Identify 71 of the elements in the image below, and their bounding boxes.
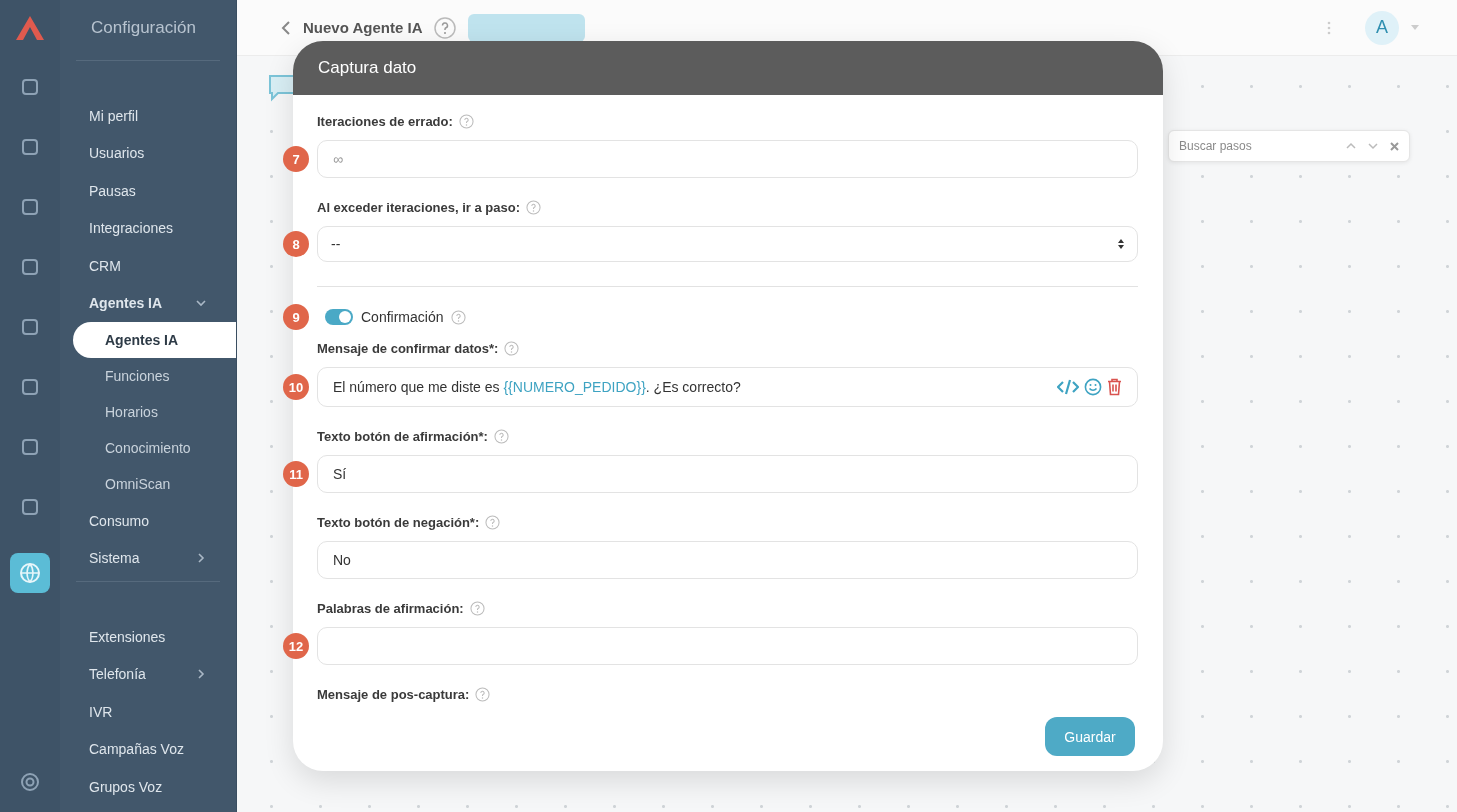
field-label: Texto botón de afirmación*: [317, 428, 488, 444]
submenu-item[interactable]: Funciones [60, 358, 236, 394]
submenu-item[interactable]: Conocimiento [60, 430, 236, 466]
input-field[interactable] [317, 627, 1138, 665]
caret-icon[interactable] [1411, 24, 1419, 31]
submenu-item[interactable]: OmniScan [60, 466, 236, 502]
help-icon[interactable] [485, 514, 501, 530]
menu-item[interactable]: IVR [60, 693, 236, 731]
help-icon[interactable] [493, 428, 509, 444]
menu-item[interactable]: Usuarios [60, 134, 236, 172]
field-label: Texto botón de negación*: [317, 514, 480, 530]
up-icon[interactable] [1346, 142, 1356, 150]
help-icon[interactable] [434, 16, 457, 39]
input-field[interactable]: No [317, 541, 1138, 579]
close-icon[interactable] [1390, 141, 1399, 151]
field-label: Mensaje de pos-captura: [317, 686, 470, 702]
help-icon[interactable] [458, 113, 474, 129]
code-icon[interactable] [1057, 379, 1079, 395]
step-badge: 11 [283, 461, 309, 487]
more-icon[interactable] [1327, 20, 1331, 35]
menu-item[interactable]: Agentes IA [60, 284, 236, 322]
modal-title: Captura dato [318, 58, 417, 78]
step-badge: 8 [283, 231, 309, 257]
help-icon[interactable] [526, 199, 542, 215]
smiley-icon[interactable] [1084, 378, 1102, 396]
step-badge: 10 [283, 374, 309, 400]
toggle-label: Confirmación [361, 309, 444, 325]
menu-item[interactable]: Campañas Voz [60, 730, 236, 768]
submenu-item[interactable]: Horarios [60, 394, 236, 430]
chevron-icon [196, 669, 206, 680]
toggle-switch[interactable] [325, 309, 353, 325]
draft-button[interactable] [468, 13, 586, 42]
input-field[interactable]: Sí [317, 455, 1138, 493]
menu-item[interactable]: CRM [60, 247, 236, 285]
field-label: Al exceder iteraciones, ir a paso: [317, 199, 521, 215]
submenu-item[interactable]: Agentes IA [73, 322, 236, 358]
step-badge: 12 [283, 633, 309, 659]
sort-arrows-icon [1117, 238, 1125, 250]
trash-icon[interactable] [1107, 378, 1122, 396]
search-field[interactable]: Buscar pasos [1168, 130, 1410, 162]
page-title: Nuevo Agente IA [303, 19, 423, 36]
menu-item[interactable]: Mi perfil [60, 97, 236, 135]
help-icon[interactable] [504, 340, 520, 356]
field-label: Iteraciones de errado: [317, 113, 453, 129]
menu-item[interactable]: Sistema [60, 539, 236, 577]
user-avatar[interactable]: A [1365, 10, 1399, 45]
globe-button[interactable] [10, 553, 50, 593]
down-icon[interactable] [1368, 142, 1378, 150]
menu-item[interactable]: Consumo [60, 502, 236, 540]
globe-icon [19, 562, 41, 584]
menu-item[interactable]: Pausas [60, 172, 236, 210]
field-label: Palabras de afirmación: [317, 600, 464, 616]
field-label: Mensaje de confirmar datos*: [317, 340, 499, 356]
help-icon[interactable] [451, 309, 467, 325]
back-icon[interactable] [281, 20, 291, 35]
menu-title: Configuración [90, 18, 197, 39]
logo-icon [15, 15, 45, 41]
help-icon[interactable] [469, 600, 485, 616]
chevron-icon [196, 553, 206, 564]
step-badge: 7 [283, 146, 309, 172]
menu-item[interactable]: Grupos Voz [60, 768, 236, 806]
select-field[interactable]: -- [317, 226, 1138, 262]
menu-item[interactable]: Integraciones [60, 209, 236, 247]
menu-item[interactable]: Telefonía [60, 655, 236, 693]
help-icon[interactable] [475, 686, 491, 702]
input-field[interactable]: ∞ [317, 140, 1138, 178]
message-field[interactable]: El número que me diste es {{NUMERO_PEDIDO}}. ¿Es correcto? [317, 367, 1138, 407]
lifebuoy-icon[interactable] [20, 772, 40, 792]
chevron-icon [196, 298, 206, 309]
menu-item[interactable]: Extensiones [60, 618, 236, 656]
step-badge: 9 [283, 304, 309, 330]
